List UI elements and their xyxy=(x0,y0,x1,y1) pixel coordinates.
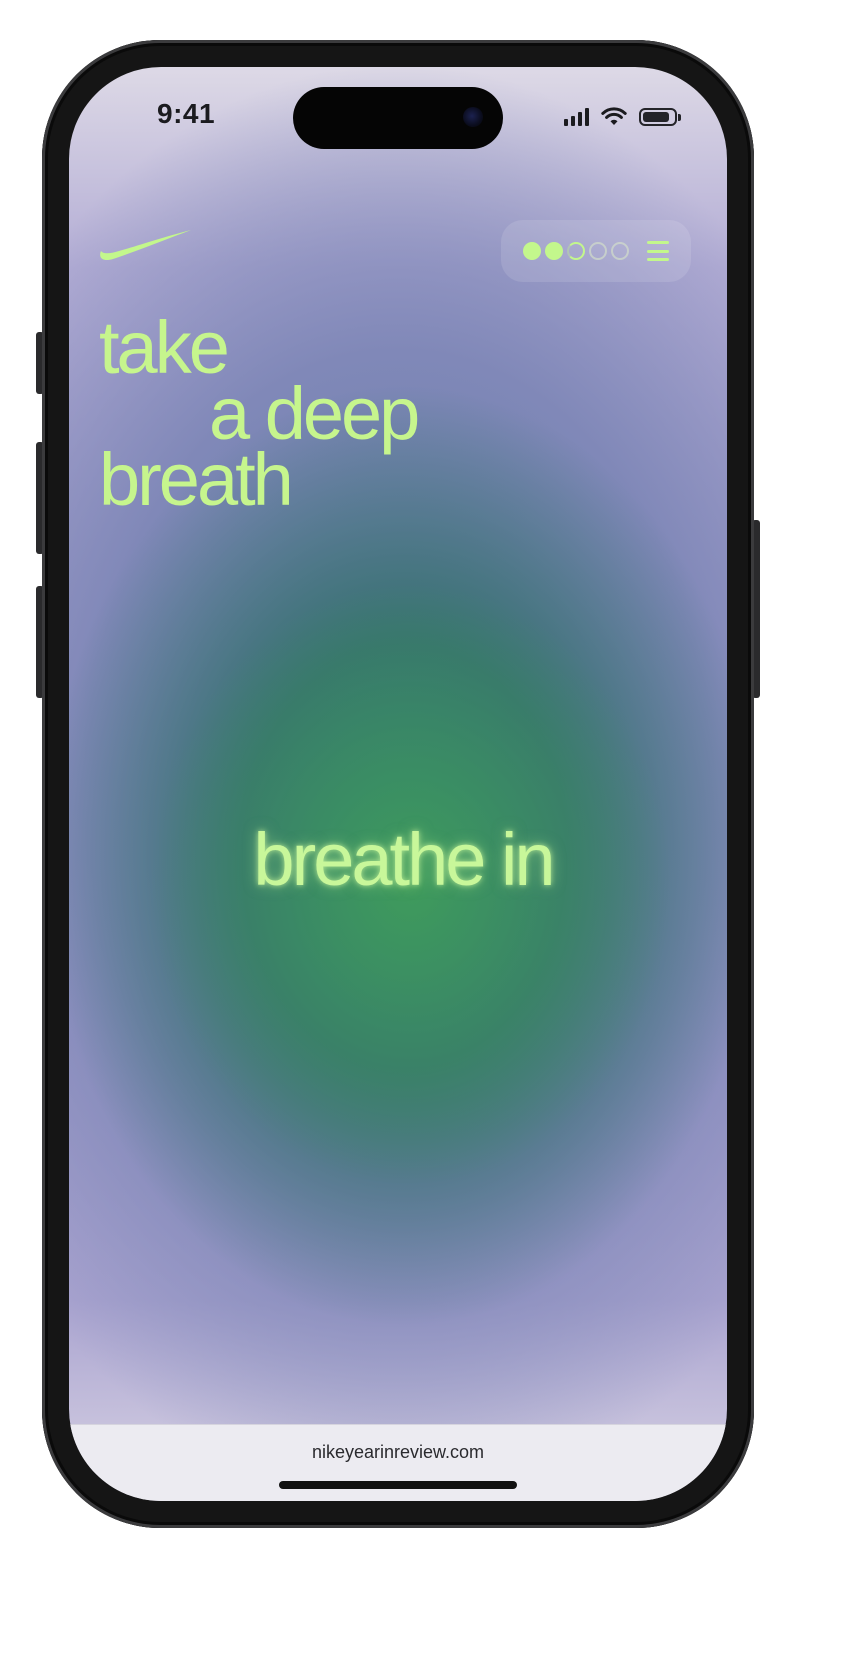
device-mockup: 9:41 take a deep breath breathe in nikey… xyxy=(0,0,846,1667)
camera-icon xyxy=(463,107,483,127)
status-icons xyxy=(564,105,681,129)
screen: 9:41 take a deep breath breathe in nikey… xyxy=(69,67,727,1501)
home-indicator[interactable] xyxy=(279,1481,517,1489)
wifi-icon xyxy=(601,107,627,125)
hamburger-menu-icon[interactable] xyxy=(647,241,669,261)
progress-dot-2 xyxy=(545,242,563,260)
progress-dot-1 xyxy=(523,242,541,260)
status-bar: 9:41 xyxy=(69,67,727,167)
cellular-signal-icon xyxy=(564,108,589,126)
status-time: 9:41 xyxy=(157,98,216,129)
progress-navigation[interactable] xyxy=(501,220,691,282)
breathing-prompt: breathe in xyxy=(253,818,555,901)
nike-swoosh-icon[interactable] xyxy=(97,225,193,265)
battery-icon xyxy=(639,108,681,126)
battery-level xyxy=(643,112,669,122)
progress-dot-5 xyxy=(611,242,629,260)
progress-dot-4 xyxy=(589,242,607,260)
headline-line-3: breath xyxy=(99,438,294,521)
phone-frame: 9:41 take a deep breath breathe in nikey… xyxy=(42,40,754,1528)
url-text[interactable]: nikeyearinreview.com xyxy=(69,1442,727,1463)
dynamic-island xyxy=(293,87,503,149)
progress-dots xyxy=(523,242,629,260)
progress-dot-3 xyxy=(567,242,585,260)
headline: take a deep breath xyxy=(99,311,420,521)
browser-url-bar[interactable]: nikeyearinreview.com xyxy=(69,1424,727,1501)
